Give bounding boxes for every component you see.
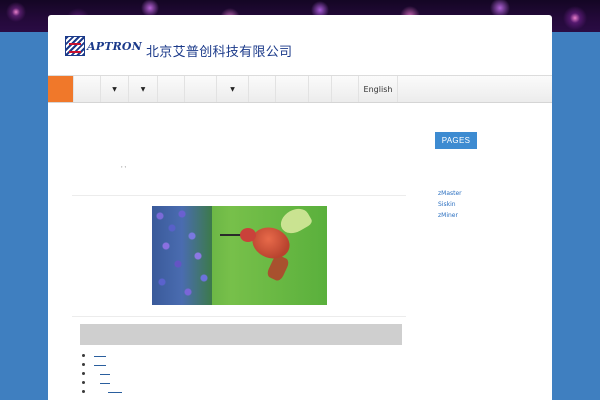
main-nav: ▼ ▼ ▼ English [48, 75, 552, 103]
bullet-icon [82, 372, 85, 375]
divider [72, 195, 406, 196]
nav-home-item[interactable] [48, 76, 73, 102]
bullet-icon [82, 390, 85, 393]
bullet-icon [82, 354, 85, 357]
nav-item-5[interactable] [184, 76, 216, 102]
sidebar-link-zmaster[interactable]: zMaster [438, 188, 462, 199]
company-logo[interactable]: APTRON [65, 34, 142, 58]
bullet-icon [82, 363, 85, 366]
list-item-link[interactable] [100, 374, 110, 375]
chevron-down-icon: ▼ [140, 85, 146, 93]
list-item-link[interactable] [94, 356, 106, 357]
nav-item-1[interactable] [73, 76, 100, 102]
nav-spacer [397, 76, 552, 102]
chevron-down-icon: ▼ [230, 85, 235, 93]
list-item-link[interactable] [100, 383, 110, 384]
sidebar-link-siskin[interactable]: Siskin [438, 199, 462, 210]
nav-item-9[interactable] [308, 76, 331, 102]
list-item-link[interactable] [94, 365, 106, 366]
nav-item-6[interactable]: ▼ [216, 76, 248, 102]
nav-item-2[interactable]: ▼ [100, 76, 128, 102]
hummingbird-image [152, 206, 327, 305]
sidebar-heading-pages: PAGES [435, 132, 477, 149]
nav-item-4[interactable] [157, 76, 184, 102]
chevron-down-icon: ▼ [112, 85, 117, 93]
logo-wordmark: APTRON [87, 39, 142, 53]
company-name: 北京艾普创科技有限公司 [146, 45, 293, 60]
divider [72, 316, 406, 317]
nav-item-3[interactable]: ▼ [128, 76, 157, 102]
nav-item-8[interactable] [275, 76, 308, 102]
list-item-link[interactable] [108, 392, 122, 393]
post-meta: , , [121, 163, 127, 169]
bird-beak-graphic [220, 234, 242, 236]
sidebar-links: zMaster Siskin zMiner [438, 188, 462, 221]
bullet-icon [82, 381, 85, 384]
aptron-logo-icon [65, 36, 85, 56]
bird-head-graphic [240, 228, 256, 242]
sidebar-link-zminer[interactable]: zMiner [438, 210, 462, 221]
content-header-bar [80, 324, 402, 345]
page-container: APTRON 北京艾普创科技有限公司 ▼ ▼ ▼ English , , PAG… [48, 15, 552, 400]
flowers-graphic [152, 206, 212, 305]
nav-item-7[interactable] [248, 76, 275, 102]
nav-item-10[interactable] [331, 76, 358, 102]
nav-item-english[interactable]: English [358, 76, 397, 102]
